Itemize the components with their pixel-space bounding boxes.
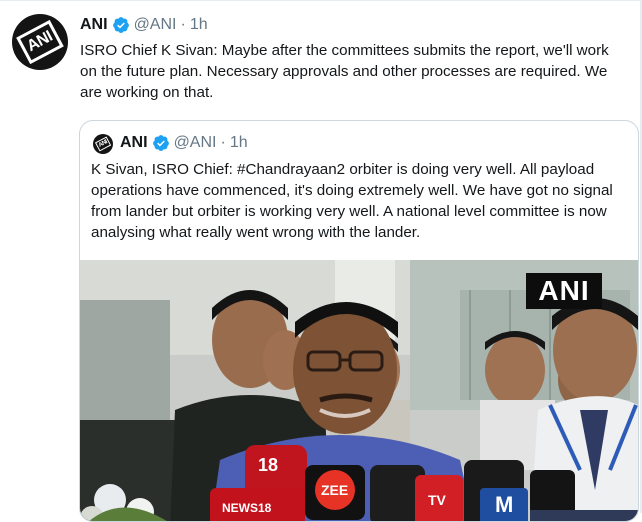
quoted-tweet-header: ANI @ANI · 1h bbox=[120, 132, 248, 154]
quoted-tweet-timestamp: 1h bbox=[229, 134, 248, 151]
tweet-text: ISRO Chief K Sivan: Maybe after the comm… bbox=[80, 42, 609, 101]
mic-tv: TV bbox=[428, 492, 446, 508]
mic-mathrubhumi: M bbox=[495, 492, 514, 517]
author-handle[interactable]: @ANI bbox=[134, 16, 177, 34]
ani-watermark: ANI bbox=[526, 273, 602, 309]
quoted-author-name: ANI bbox=[120, 134, 148, 151]
separator-dot: · bbox=[220, 134, 226, 151]
mic-news18-top: 18 bbox=[258, 455, 279, 475]
quoted-tweet-card[interactable]: ANI ANI @ANI · 1h K Sivan, ISRO Chief: #… bbox=[79, 120, 639, 522]
separator-dot: · bbox=[180, 16, 186, 33]
quoted-tweet-text: K Sivan, ISRO Chief: #Chandrayaan2 orbit… bbox=[91, 161, 613, 241]
tweet-timestamp[interactable]: 1h bbox=[190, 16, 208, 34]
avatar-logo: ANI bbox=[16, 19, 64, 65]
mic-zee: ZEE bbox=[321, 482, 349, 498]
quoted-tweet-media[interactable]: ANI 18 NEWS18 ZEE TV M bbox=[80, 260, 638, 521]
top-divider bbox=[0, 0, 642, 1]
quoted-author-handle: @ANI bbox=[173, 134, 217, 151]
tweet-header: ANI @ANI · 1h bbox=[80, 14, 208, 36]
verified-badge-icon bbox=[152, 135, 169, 151]
verified-badge-icon bbox=[112, 17, 129, 33]
author-avatar[interactable]: ANI bbox=[12, 14, 68, 70]
quoted-author-avatar: ANI bbox=[93, 134, 113, 154]
quoted-avatar-logo: ANI bbox=[94, 136, 112, 152]
author-name[interactable]: ANI bbox=[80, 16, 108, 34]
